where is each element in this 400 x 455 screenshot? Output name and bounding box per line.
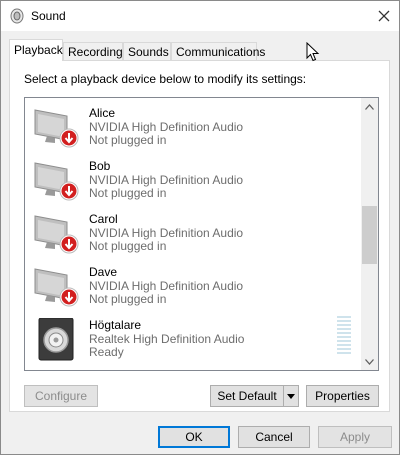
list-item-hogtalare[interactable]: Högtalare Realtek High Definition Audio … bbox=[25, 312, 355, 365]
tab-communications[interactable]: Communications bbox=[171, 42, 265, 60]
chevron-up-icon bbox=[365, 103, 374, 110]
device-status: Not plugged in bbox=[89, 239, 167, 253]
device-name: Högtalare bbox=[89, 318, 142, 332]
scroll-down-button[interactable] bbox=[361, 353, 378, 370]
chevron-down-icon bbox=[365, 358, 374, 365]
instruction-text: Select a playback device below to modify… bbox=[24, 72, 307, 86]
properties-button[interactable]: Properties bbox=[306, 385, 379, 407]
device-driver: NVIDIA High Definition Audio bbox=[89, 226, 244, 240]
tab-recording[interactable]: Recording bbox=[63, 42, 123, 60]
title-bar[interactable]: Sound bbox=[1, 1, 399, 31]
window-title: Sound bbox=[31, 9, 66, 23]
scroll-thumb[interactable] bbox=[362, 206, 377, 264]
ok-button[interactable]: OK bbox=[158, 426, 230, 448]
speaker-icon bbox=[33, 317, 81, 362]
device-name: Dave bbox=[89, 265, 118, 279]
cancel-button[interactable]: Cancel bbox=[238, 426, 310, 448]
dropdown-arrow-icon bbox=[287, 393, 295, 399]
device-name: Carol bbox=[89, 212, 118, 226]
device-list[interactable]: Alice NVIDIA High Definition Audio Not p… bbox=[24, 97, 379, 371]
speaker-app-icon bbox=[9, 8, 25, 24]
list-item-partial[interactable] bbox=[25, 365, 355, 370]
playback-panel: Select a playback device below to modify… bbox=[9, 60, 390, 412]
configure-button[interactable]: Configure bbox=[24, 385, 98, 407]
list-item-bob[interactable]: Bob NVIDIA High Definition Audio Not plu… bbox=[25, 153, 355, 206]
device-driver: NVIDIA High Definition Audio bbox=[89, 173, 244, 187]
device-status: Not plugged in bbox=[89, 133, 167, 147]
scroll-up-button[interactable] bbox=[361, 98, 378, 115]
device-driver: NVIDIA High Definition Audio bbox=[89, 120, 244, 134]
monitor-unplugged-icon bbox=[33, 106, 81, 150]
list-item-carol[interactable]: Carol NVIDIA High Definition Audio Not p… bbox=[25, 206, 355, 259]
sound-dialog: Sound Playback Recording Sounds Communic… bbox=[0, 0, 400, 455]
monitor-unplugged-icon bbox=[33, 212, 81, 256]
list-item-alice[interactable]: Alice NVIDIA High Definition Audio Not p… bbox=[25, 100, 355, 153]
close-button[interactable] bbox=[369, 1, 399, 31]
set-default-dropdown-button[interactable] bbox=[283, 385, 299, 407]
device-driver: Realtek High Definition Audio bbox=[89, 332, 245, 346]
volume-level-meter bbox=[337, 316, 351, 358]
device-list-scrollbar[interactable] bbox=[361, 98, 378, 370]
device-driver: NVIDIA High Definition Audio bbox=[89, 279, 244, 293]
device-status: Not plugged in bbox=[89, 186, 167, 200]
close-icon bbox=[378, 10, 390, 22]
device-status: Ready bbox=[89, 345, 124, 359]
tab-sounds[interactable]: Sounds bbox=[123, 42, 171, 60]
tab-playback[interactable]: Playback bbox=[9, 39, 63, 61]
mouse-cursor-icon bbox=[306, 42, 320, 62]
device-name: Bob bbox=[89, 159, 111, 173]
set-default-button[interactable]: Set Default bbox=[210, 385, 283, 407]
monitor-unplugged-icon bbox=[33, 265, 81, 309]
device-name: Alice bbox=[89, 106, 116, 120]
apply-button[interactable]: Apply bbox=[318, 426, 392, 448]
device-status: Not plugged in bbox=[89, 292, 167, 306]
list-item-dave[interactable]: Dave NVIDIA High Definition Audio Not pl… bbox=[25, 259, 355, 312]
monitor-unplugged-icon bbox=[33, 159, 81, 203]
